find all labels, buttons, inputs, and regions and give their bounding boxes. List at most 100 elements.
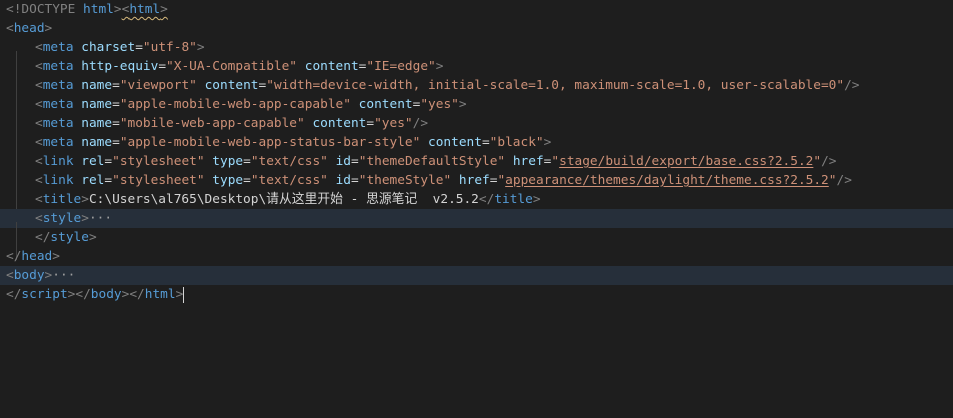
rel-value: "stylesheet" xyxy=(112,173,205,188)
code-line-9[interactable]: <link rel="stylesheet" type="text/css" i… xyxy=(0,152,953,184)
code-line-16[interactable]: </script></body></html> xyxy=(0,285,953,304)
html-end-tag: html xyxy=(144,287,176,302)
meta-end: > xyxy=(543,135,552,150)
folded-region-ellipsis[interactable]: ··· xyxy=(52,268,75,283)
href-quote-open: " xyxy=(497,173,506,188)
body-open-bracket: < xyxy=(6,268,14,283)
name-value: "apple-mobile-web-app-capable" xyxy=(119,97,351,112)
rel-attr: rel xyxy=(81,154,105,169)
code-line-7[interactable]: <meta name="mobile-web-app-capable" cont… xyxy=(0,114,953,146)
meta-open-bracket: < xyxy=(35,135,43,150)
meta-open-bracket: < xyxy=(35,97,43,112)
html-tag: html xyxy=(129,2,161,17)
text-cursor xyxy=(183,286,185,303)
meta-tag: meta xyxy=(42,78,74,93)
name-attr: name xyxy=(81,135,113,150)
href-quote-close: " xyxy=(813,154,822,169)
code-line-8[interactable]: <meta name="apple-mobile-web-app-status-… xyxy=(0,133,953,165)
script-end-tag: script xyxy=(21,287,68,302)
code-line-12[interactable]: <style>··· xyxy=(0,209,953,241)
meta-open-bracket: < xyxy=(35,59,43,74)
name-value: "mobile-web-app-capable" xyxy=(119,116,305,131)
head-end-tag: head xyxy=(21,249,53,264)
script-end-open: </ xyxy=(6,287,22,302)
html-end-open: </ xyxy=(129,287,145,302)
content-value: "yes" xyxy=(374,116,413,131)
href-quote-open: " xyxy=(551,154,560,169)
meta-end: > xyxy=(435,59,444,74)
id-attr: id xyxy=(335,154,352,169)
rel-attr: rel xyxy=(81,173,105,188)
head-close-bracket: > xyxy=(44,21,53,36)
meta-tag: meta xyxy=(42,59,74,74)
code-line-10[interactable]: <link rel="stylesheet" type="text/css" i… xyxy=(0,171,953,203)
code-line-15[interactable]: <body>··· xyxy=(0,266,953,285)
title-open-bracket: < xyxy=(35,192,43,207)
meta-tag: meta xyxy=(42,97,74,112)
meta-open-bracket: < xyxy=(35,78,43,93)
meta-end: /> xyxy=(844,78,860,93)
link-open-bracket: < xyxy=(35,154,43,169)
code-line-3[interactable]: <meta charset="utf-8"> xyxy=(0,38,953,70)
link-end: /> xyxy=(821,154,837,169)
title-end-tag: title xyxy=(494,192,533,207)
style-end-tag: style xyxy=(50,230,89,245)
meta-tag: meta xyxy=(42,116,74,131)
code-editor[interactable]: <!DOCTYPE html><html> <head> <meta chars… xyxy=(0,0,953,418)
content-attr: content xyxy=(428,135,482,150)
type-value: "text/css" xyxy=(250,173,328,188)
title-tag: title xyxy=(42,192,82,207)
body-end-tag: body xyxy=(90,287,122,302)
name-value: "viewport" xyxy=(119,78,197,93)
href-link[interactable]: appearance/themes/daylight/theme.css?2.5… xyxy=(505,173,829,188)
id-value: "themeDefaultStyle" xyxy=(358,154,506,169)
http-equiv-value: "X-UA-Compatible" xyxy=(166,59,298,74)
rel-value: "stylesheet" xyxy=(112,154,205,169)
href-link[interactable]: stage/build/export/base.css?2.5.2 xyxy=(559,154,813,169)
code-line-13[interactable]: </style> xyxy=(0,228,953,260)
head-end-open: </ xyxy=(6,249,22,264)
content-value: "width=device-width, initial-scale=1.0, … xyxy=(266,78,845,93)
body-tag: body xyxy=(13,268,45,283)
code-line-14[interactable]: </head> xyxy=(0,247,953,266)
title-text: C:\Users\al765\Desktop\请从这里开始 - 思源笔记 v2.… xyxy=(88,192,479,207)
style-tag: style xyxy=(42,211,82,226)
meta-open-bracket: < xyxy=(35,40,43,55)
content-value: "yes" xyxy=(420,97,459,112)
code-line-2[interactable]: <head> xyxy=(0,19,953,38)
content-attr: content xyxy=(358,97,413,112)
meta-tag: meta xyxy=(42,135,74,150)
content-attr: content xyxy=(204,78,259,93)
href-attr: href xyxy=(512,154,544,169)
name-attr: name xyxy=(81,116,113,131)
meta-tag: meta xyxy=(42,40,74,55)
type-attr: type xyxy=(212,154,244,169)
head-open-bracket: < xyxy=(6,21,14,36)
code-line-11[interactable]: <title>C:\Users\al765\Desktop\请从这里开始 - 思… xyxy=(0,190,953,222)
content-value: "IE=edge" xyxy=(366,59,436,74)
code-line-6[interactable]: <meta name="apple-mobile-web-app-capable… xyxy=(0,95,953,127)
id-value: "themeStyle" xyxy=(358,173,452,188)
link-open-bracket: < xyxy=(35,173,43,188)
charset-attr: charset xyxy=(81,40,136,55)
style-close-bracket: > xyxy=(81,211,89,226)
body-end-open: </ xyxy=(75,287,91,302)
content-value: "black" xyxy=(489,135,544,150)
folded-region-ellipsis[interactable]: ··· xyxy=(89,211,112,226)
html-close-bracket: > xyxy=(160,2,168,17)
href-attr: href xyxy=(458,173,490,188)
charset-value: "utf-8" xyxy=(142,40,197,55)
code-line-5[interactable]: <meta name="viewport" content="width=dev… xyxy=(0,76,953,108)
doctype-close: > xyxy=(113,2,122,17)
link-tag: link xyxy=(42,173,74,188)
title-close-bracket: > xyxy=(81,192,89,207)
code-line-1[interactable]: <!DOCTYPE html><html> xyxy=(0,0,953,19)
name-attr: name xyxy=(81,78,113,93)
head-tag: head xyxy=(13,21,45,36)
title-end-open: </ xyxy=(478,192,495,207)
title-end-close: > xyxy=(532,192,541,207)
meta-open-bracket: < xyxy=(35,116,43,131)
meta-end: /> xyxy=(412,116,429,131)
doctype-keyword: html xyxy=(83,2,114,17)
code-line-4[interactable]: <meta http-equiv="X-UA-Compatible" conte… xyxy=(0,57,953,89)
